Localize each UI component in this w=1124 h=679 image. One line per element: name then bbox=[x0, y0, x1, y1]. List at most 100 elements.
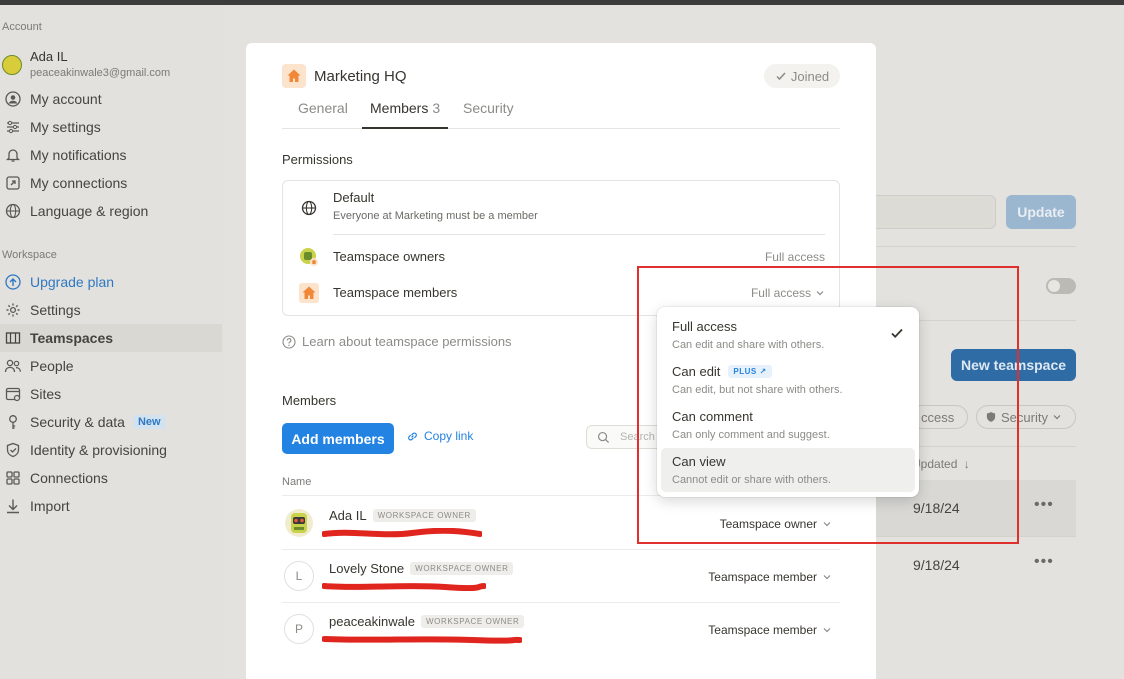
tab-label: Security bbox=[463, 100, 514, 116]
workspace-section-label: Workspace bbox=[2, 249, 57, 261]
help-icon bbox=[282, 334, 296, 349]
copy-link-button[interactable]: Copy link bbox=[406, 429, 473, 443]
shield-icon bbox=[2, 439, 24, 461]
member-name: Lovely Stone WORKSPACE OWNER bbox=[329, 561, 514, 576]
sidebar-user: Ada IL peaceakinwale3@gmail.com bbox=[2, 49, 222, 83]
sidebar-item-language-region[interactable]: Language & region bbox=[0, 197, 222, 225]
house-icon bbox=[282, 64, 306, 88]
learn-link-text: Learn about teamspace permissions bbox=[302, 334, 512, 349]
modal-tabs: General Members 3 Security bbox=[282, 98, 840, 129]
copy-link-text: Copy link bbox=[424, 429, 474, 443]
sidebar-item-teamspaces[interactable]: Teamspaces bbox=[0, 324, 222, 352]
key-icon bbox=[2, 411, 24, 433]
sidebar-item-label: Settings bbox=[30, 302, 81, 318]
sidebar-item-my-notifications[interactable]: My notifications bbox=[0, 141, 222, 169]
sliders-icon bbox=[2, 116, 24, 138]
bell-icon bbox=[2, 144, 24, 166]
sidebar-item-sites[interactable]: Sites bbox=[0, 380, 222, 408]
sidebar-item-my-settings[interactable]: My settings bbox=[0, 113, 222, 141]
sidebar-item-import[interactable]: Import bbox=[0, 492, 222, 520]
user-email: peaceakinwale3@gmail.com bbox=[30, 67, 171, 79]
workspace-owner-badge: WORKSPACE OWNER bbox=[421, 615, 525, 628]
link-icon bbox=[408, 432, 417, 440]
member-role-dropdown[interactable]: Teamspace member bbox=[708, 570, 832, 584]
globe-icon bbox=[2, 200, 24, 222]
joined-label: Joined bbox=[790, 68, 830, 84]
redaction-mark bbox=[322, 528, 482, 538]
default-subtitle: Everyone at Marketing must be a member bbox=[333, 210, 538, 222]
add-members-button[interactable]: Add members bbox=[282, 423, 394, 454]
role-value: Teamspace member bbox=[708, 570, 817, 584]
sidebar-item-security-data[interactable]: Security & data New bbox=[0, 408, 222, 436]
sidebar-item-settings[interactable]: Settings bbox=[0, 296, 222, 324]
sidebar-item-label: My connections bbox=[30, 175, 128, 191]
tab-members[interactable]: Members 3 bbox=[362, 100, 449, 129]
sidebar-item-label: My notifications bbox=[30, 147, 127, 163]
tab-label: Members bbox=[370, 100, 429, 116]
owners-access: Full access bbox=[764, 250, 825, 264]
redaction-mark bbox=[322, 583, 486, 591]
globe-icon bbox=[299, 198, 319, 218]
sidebar-item-people[interactable]: People bbox=[0, 352, 222, 380]
member-row[interactable]: P peaceakinwale WORKSPACE OWNER Teamspac… bbox=[282, 604, 840, 656]
table-row[interactable]: 9/18/24 ••• bbox=[876, 537, 1076, 593]
member-name: Ada IL WORKSPACE OWNER bbox=[329, 508, 476, 523]
modal-header: Marketing HQ bbox=[282, 64, 407, 88]
sidebar-item-my-account[interactable]: My account bbox=[0, 85, 222, 113]
update-button[interactable]: Update bbox=[1006, 195, 1076, 229]
sidebar-item-my-connections[interactable]: My connections bbox=[0, 169, 222, 197]
sidebar-item-label: Teamspaces bbox=[30, 330, 114, 346]
row-date: 9/18/24 bbox=[913, 557, 960, 573]
new-badge: New bbox=[132, 415, 166, 429]
sidebar-item-label: My settings bbox=[30, 119, 101, 135]
more-icon[interactable]: ••• bbox=[1034, 553, 1054, 571]
user-name: Ada IL bbox=[30, 49, 68, 64]
account-section-label: Account bbox=[2, 21, 42, 33]
tab-general[interactable]: General bbox=[298, 100, 348, 129]
sidebar-item-label: Language & region bbox=[30, 203, 149, 219]
tab-security[interactable]: Security bbox=[463, 100, 514, 129]
chevron-down-icon bbox=[823, 628, 831, 633]
sidebar-item-connections[interactable]: Connections bbox=[0, 464, 222, 492]
background-toggle[interactable] bbox=[1046, 278, 1076, 294]
sidebar-item-label: Security & data bbox=[30, 414, 125, 430]
tab-label: General bbox=[298, 100, 348, 116]
members-label: Teamspace members bbox=[333, 285, 458, 300]
sidebar-item-identity-provisioning[interactable]: Identity & provisioning bbox=[0, 436, 222, 464]
permissions-heading: Permissions bbox=[282, 152, 353, 167]
member-name-text: Ada IL bbox=[329, 508, 367, 523]
owners-avatar-icon bbox=[299, 247, 319, 267]
sidebar-item-upgrade-plan[interactable]: Upgrade plan bbox=[0, 268, 222, 296]
owners-label: Teamspace owners bbox=[333, 249, 445, 264]
member-name-text: Lovely Stone bbox=[329, 561, 405, 576]
tab-count: 3 bbox=[432, 100, 441, 116]
sidebar-item-label: Upgrade plan bbox=[30, 274, 115, 290]
avatar bbox=[284, 508, 314, 538]
user-avatar bbox=[2, 55, 22, 75]
learn-permissions-link[interactable]: Learn about teamspace permissions bbox=[282, 334, 512, 349]
divider bbox=[876, 246, 1076, 247]
more-icon[interactable]: ••• bbox=[1034, 496, 1054, 514]
check-icon bbox=[776, 72, 786, 81]
divider bbox=[333, 234, 825, 235]
download-icon bbox=[2, 495, 24, 517]
divider bbox=[282, 602, 840, 603]
external-link-icon bbox=[2, 172, 24, 194]
chevron-down-icon bbox=[1053, 415, 1061, 420]
workspace-owner-badge: WORKSPACE OWNER bbox=[372, 509, 476, 522]
member-role-dropdown[interactable]: Teamspace member bbox=[708, 623, 832, 637]
sidebar-item-label: Identity & provisioning bbox=[30, 442, 167, 458]
avatar: P bbox=[284, 614, 314, 644]
sidebar-item-label: Sites bbox=[30, 386, 62, 402]
settings-sidebar: Account Ada IL peaceakinwale3@gmail.com … bbox=[0, 5, 224, 679]
member-row[interactable]: L Lovely Stone WORKSPACE OWNER Teamspace… bbox=[282, 551, 840, 603]
workspace-owner-badge: WORKSPACE OWNER bbox=[410, 562, 514, 575]
member-name: peaceakinwale WORKSPACE OWNER bbox=[329, 614, 525, 629]
gear-icon bbox=[2, 299, 24, 321]
joined-button[interactable]: Joined bbox=[764, 64, 840, 88]
search-icon bbox=[597, 431, 610, 443]
role-value: Teamspace member bbox=[708, 623, 817, 637]
annotation-highlight-box bbox=[637, 266, 1019, 544]
name-column-header: Name bbox=[282, 476, 312, 488]
redaction-mark bbox=[322, 636, 522, 644]
